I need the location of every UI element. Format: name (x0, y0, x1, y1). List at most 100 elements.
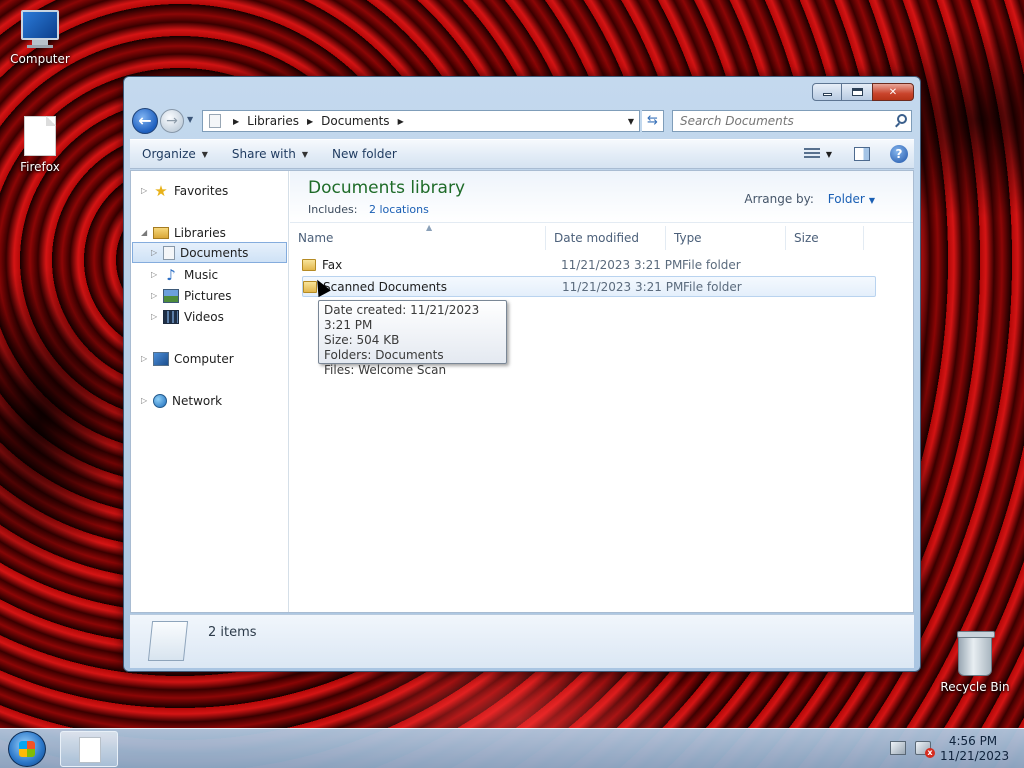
nav-item-favorites[interactable]: ▷ ★ Favorites (141, 180, 228, 201)
folder-info-tooltip: Date created: 11/21/2023 3:21 PM Size: 5… (318, 300, 507, 377)
breadcrumb-separator-icon[interactable]: ▶ (398, 117, 404, 126)
documents-icon (163, 245, 175, 260)
address-history-dropdown[interactable]: ▼ (623, 117, 639, 126)
command-bar-right: ▼ ? (803, 145, 914, 163)
clock-time: 4:56 PM (948, 734, 998, 748)
expand-arrow-icon[interactable]: ▷ (151, 270, 161, 279)
library-includes: Includes: 2 locations (308, 203, 429, 216)
documents-library-icon (147, 621, 189, 661)
chevron-down-icon: ▼ (301, 149, 308, 159)
start-button[interactable] (8, 731, 46, 767)
search-box[interactable] (672, 110, 912, 132)
nav-item-libraries[interactable]: ◢ Libraries (141, 222, 226, 243)
change-view-icon[interactable] (803, 148, 820, 160)
refresh-button[interactable]: ⇆ (642, 110, 664, 132)
command-bar: Organize ▼ Share with ▼ New folder ▼ ? (130, 139, 914, 169)
pictures-icon (163, 288, 179, 303)
search-input[interactable] (673, 111, 883, 131)
organize-label: Organize (142, 147, 196, 161)
library-document-icon (209, 114, 221, 128)
arrange-by-label: Arrange by: (744, 192, 814, 206)
nav-item-music[interactable]: ▷ ♪ Music (151, 264, 218, 285)
nav-item-documents[interactable]: ▷ Documents (132, 242, 287, 263)
nav-item-videos[interactable]: ▷ Videos (151, 306, 224, 327)
network-tray-icon[interactable] (890, 741, 906, 755)
back-arrow-icon: ← (138, 111, 152, 130)
maximize-button[interactable] (841, 83, 873, 101)
column-header-size[interactable]: Size (786, 226, 864, 250)
desktop-icon-firefox[interactable]: Firefox (0, 116, 80, 174)
desktop-icon-label: Computer (10, 52, 70, 66)
navigation-pane: ▷ ★ Favorites ◢ Libraries ▷ Documents ▷ … (131, 171, 289, 612)
tooltip-folders: Folders: Documents (324, 348, 444, 362)
item-count: 2 items (208, 625, 257, 640)
row-type: File folder (683, 280, 742, 294)
computer-icon (0, 10, 80, 48)
help-icon[interactable]: ? (890, 145, 908, 163)
window-controls: ✕ (812, 83, 914, 101)
expand-arrow-icon[interactable]: ▷ (151, 312, 161, 321)
back-button[interactable]: ← (132, 108, 158, 134)
desktop-icon-recycle-bin[interactable]: Recycle Bin (935, 631, 1015, 694)
nav-item-label: Music (184, 267, 219, 282)
table-row[interactable]: Fax 11/21/2023 3:21 PM File folder (302, 255, 876, 276)
share-with-button[interactable]: Share with ▼ (220, 147, 320, 161)
taskbar: 4:56 PM 11/21/2023 (0, 728, 1024, 768)
organize-button[interactable]: Organize ▼ (130, 147, 220, 161)
row-type: File folder (682, 258, 741, 272)
close-button[interactable]: ✕ (872, 83, 914, 101)
navigation-bar: ← → ▼ ▶ Libraries ▶ Documents ▶ ▼ ⇆ (130, 107, 914, 135)
view-options-dropdown[interactable]: ▼ (826, 150, 832, 159)
computer-icon (153, 351, 169, 366)
column-header-name[interactable]: Name (290, 226, 546, 250)
column-header-type[interactable]: Type (666, 226, 786, 250)
windows-logo-icon (19, 741, 35, 757)
expand-arrow-icon[interactable]: ▷ (141, 186, 151, 195)
explorer-window: ✕ ← → ▼ ▶ Libraries ▶ Documents ▶ ▼ ⇆ Or… (123, 76, 921, 672)
table-row[interactable]: Scanned Documents 11/21/2023 3:21 PM Fil… (302, 276, 876, 297)
recycle-bin-icon (957, 631, 995, 676)
file-icon (24, 116, 56, 156)
address-bar[interactable]: ▶ Libraries ▶ Documents ▶ ▼ (202, 110, 640, 132)
preview-pane-icon[interactable] (854, 147, 870, 161)
forward-button[interactable]: → (160, 109, 184, 133)
column-header-date-modified[interactable]: Date modified (546, 226, 666, 250)
taskbar-explorer-button[interactable] (60, 731, 118, 767)
breadcrumb-separator-icon[interactable]: ▶ (233, 117, 239, 126)
library-header: Documents library Includes: 2 locations … (290, 171, 913, 223)
close-icon: ✕ (888, 86, 898, 98)
expand-arrow-icon[interactable]: ▷ (141, 396, 151, 405)
collapse-arrow-icon[interactable]: ◢ (141, 228, 151, 237)
library-title: Documents library (308, 178, 466, 198)
nav-item-label: Pictures (184, 288, 232, 303)
star-icon: ★ (154, 181, 168, 200)
nav-item-computer[interactable]: ▷ Computer (141, 348, 234, 369)
arrange-by: Arrange by: Folder ▼ (744, 192, 875, 206)
arrange-by-dropdown[interactable]: Folder (828, 192, 865, 206)
music-note-icon: ♪ (166, 265, 176, 284)
breadcrumb-documents[interactable]: Documents (319, 114, 391, 128)
chevron-down-icon[interactable]: ▼ (869, 196, 875, 205)
minimize-button[interactable] (812, 83, 842, 101)
new-folder-button[interactable]: New folder (320, 147, 409, 161)
recent-pages-dropdown[interactable]: ▼ (187, 115, 193, 124)
column-headers: ▲ Name Date modified Type Size (290, 223, 883, 250)
desktop-icon-label: Firefox (20, 160, 60, 174)
tooltip-size: Size: 504 KB (324, 333, 400, 347)
expand-arrow-icon[interactable]: ▷ (151, 248, 161, 257)
breadcrumb-libraries[interactable]: Libraries (245, 114, 301, 128)
search-icon[interactable] (897, 114, 907, 124)
nav-item-network[interactable]: ▷ Network (141, 390, 222, 411)
expand-arrow-icon[interactable]: ▷ (141, 354, 151, 363)
desktop-icon-computer[interactable]: Computer (0, 10, 80, 66)
expand-arrow-icon[interactable]: ▷ (151, 291, 161, 300)
folder-icon (302, 259, 316, 271)
breadcrumb-separator-icon[interactable]: ▶ (307, 117, 313, 126)
volume-muted-icon[interactable] (915, 741, 935, 758)
taskbar-clock[interactable]: 4:56 PM 11/21/2023 (940, 734, 1009, 764)
minimize-icon (822, 93, 832, 96)
row-name: Scanned Documents (323, 280, 448, 294)
desktop-icon-label: Recycle Bin (940, 680, 1010, 694)
locations-link[interactable]: 2 locations (369, 203, 429, 216)
nav-item-pictures[interactable]: ▷ Pictures (151, 285, 232, 306)
